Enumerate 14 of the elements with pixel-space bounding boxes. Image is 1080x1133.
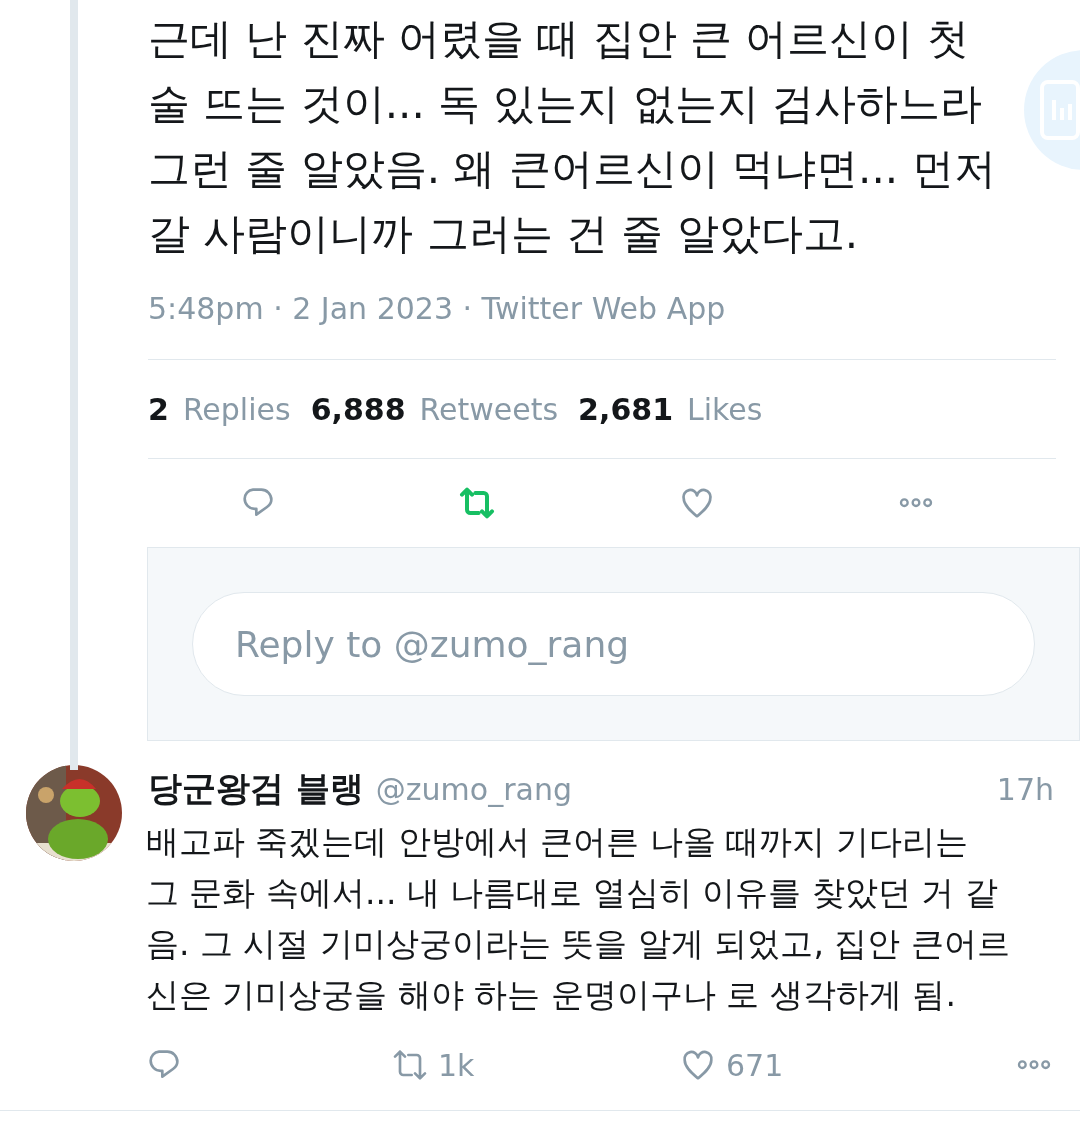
like-count: 671 [726,1046,784,1085]
reply-text: 배고파 죽겠는데 안방에서 큰어른 나올 때까지 기다리는 그 문화 속에서... 내 나름대로 열심히 이유를 찾았던 거 같 음. 그 시절 기미상궁이라는 뜻을 알게 되었고, 집안 큰어르 신은 기미상궁을 해야 하는 운명이구나 로 생각하게 됨. [146,821,1011,1016]
stat-count: 6,888 [310,390,406,429]
tweet-time: 17h [996,771,1054,809]
author-handle: @zumo_rang [375,771,572,809]
stat-count: 2 [148,390,169,429]
retweet-count: 1k [438,1046,475,1085]
stat-count: 2,681 [578,390,673,429]
stat-label: Retweets [419,390,559,429]
stat-label: Replies [182,390,291,429]
stat-label: Likes [687,390,763,429]
tweet-meta: 5:48pm · 2 Jan 2023 · Twitter Web App [148,290,727,328]
author-name: 당군왕검 블랭 [148,767,364,810]
tweet-text: 근데 난 진짜 어렸을 때 집안 큰 어르신이 첫 술 뜨는 것이... 독 있는지 없는지 검사하느라 그런 줄 알았음. 왜 큰어르신이 먹냐면... 먼저 갈 사람이니까 그러는 건 줄 알았다고. [148,13,996,260]
